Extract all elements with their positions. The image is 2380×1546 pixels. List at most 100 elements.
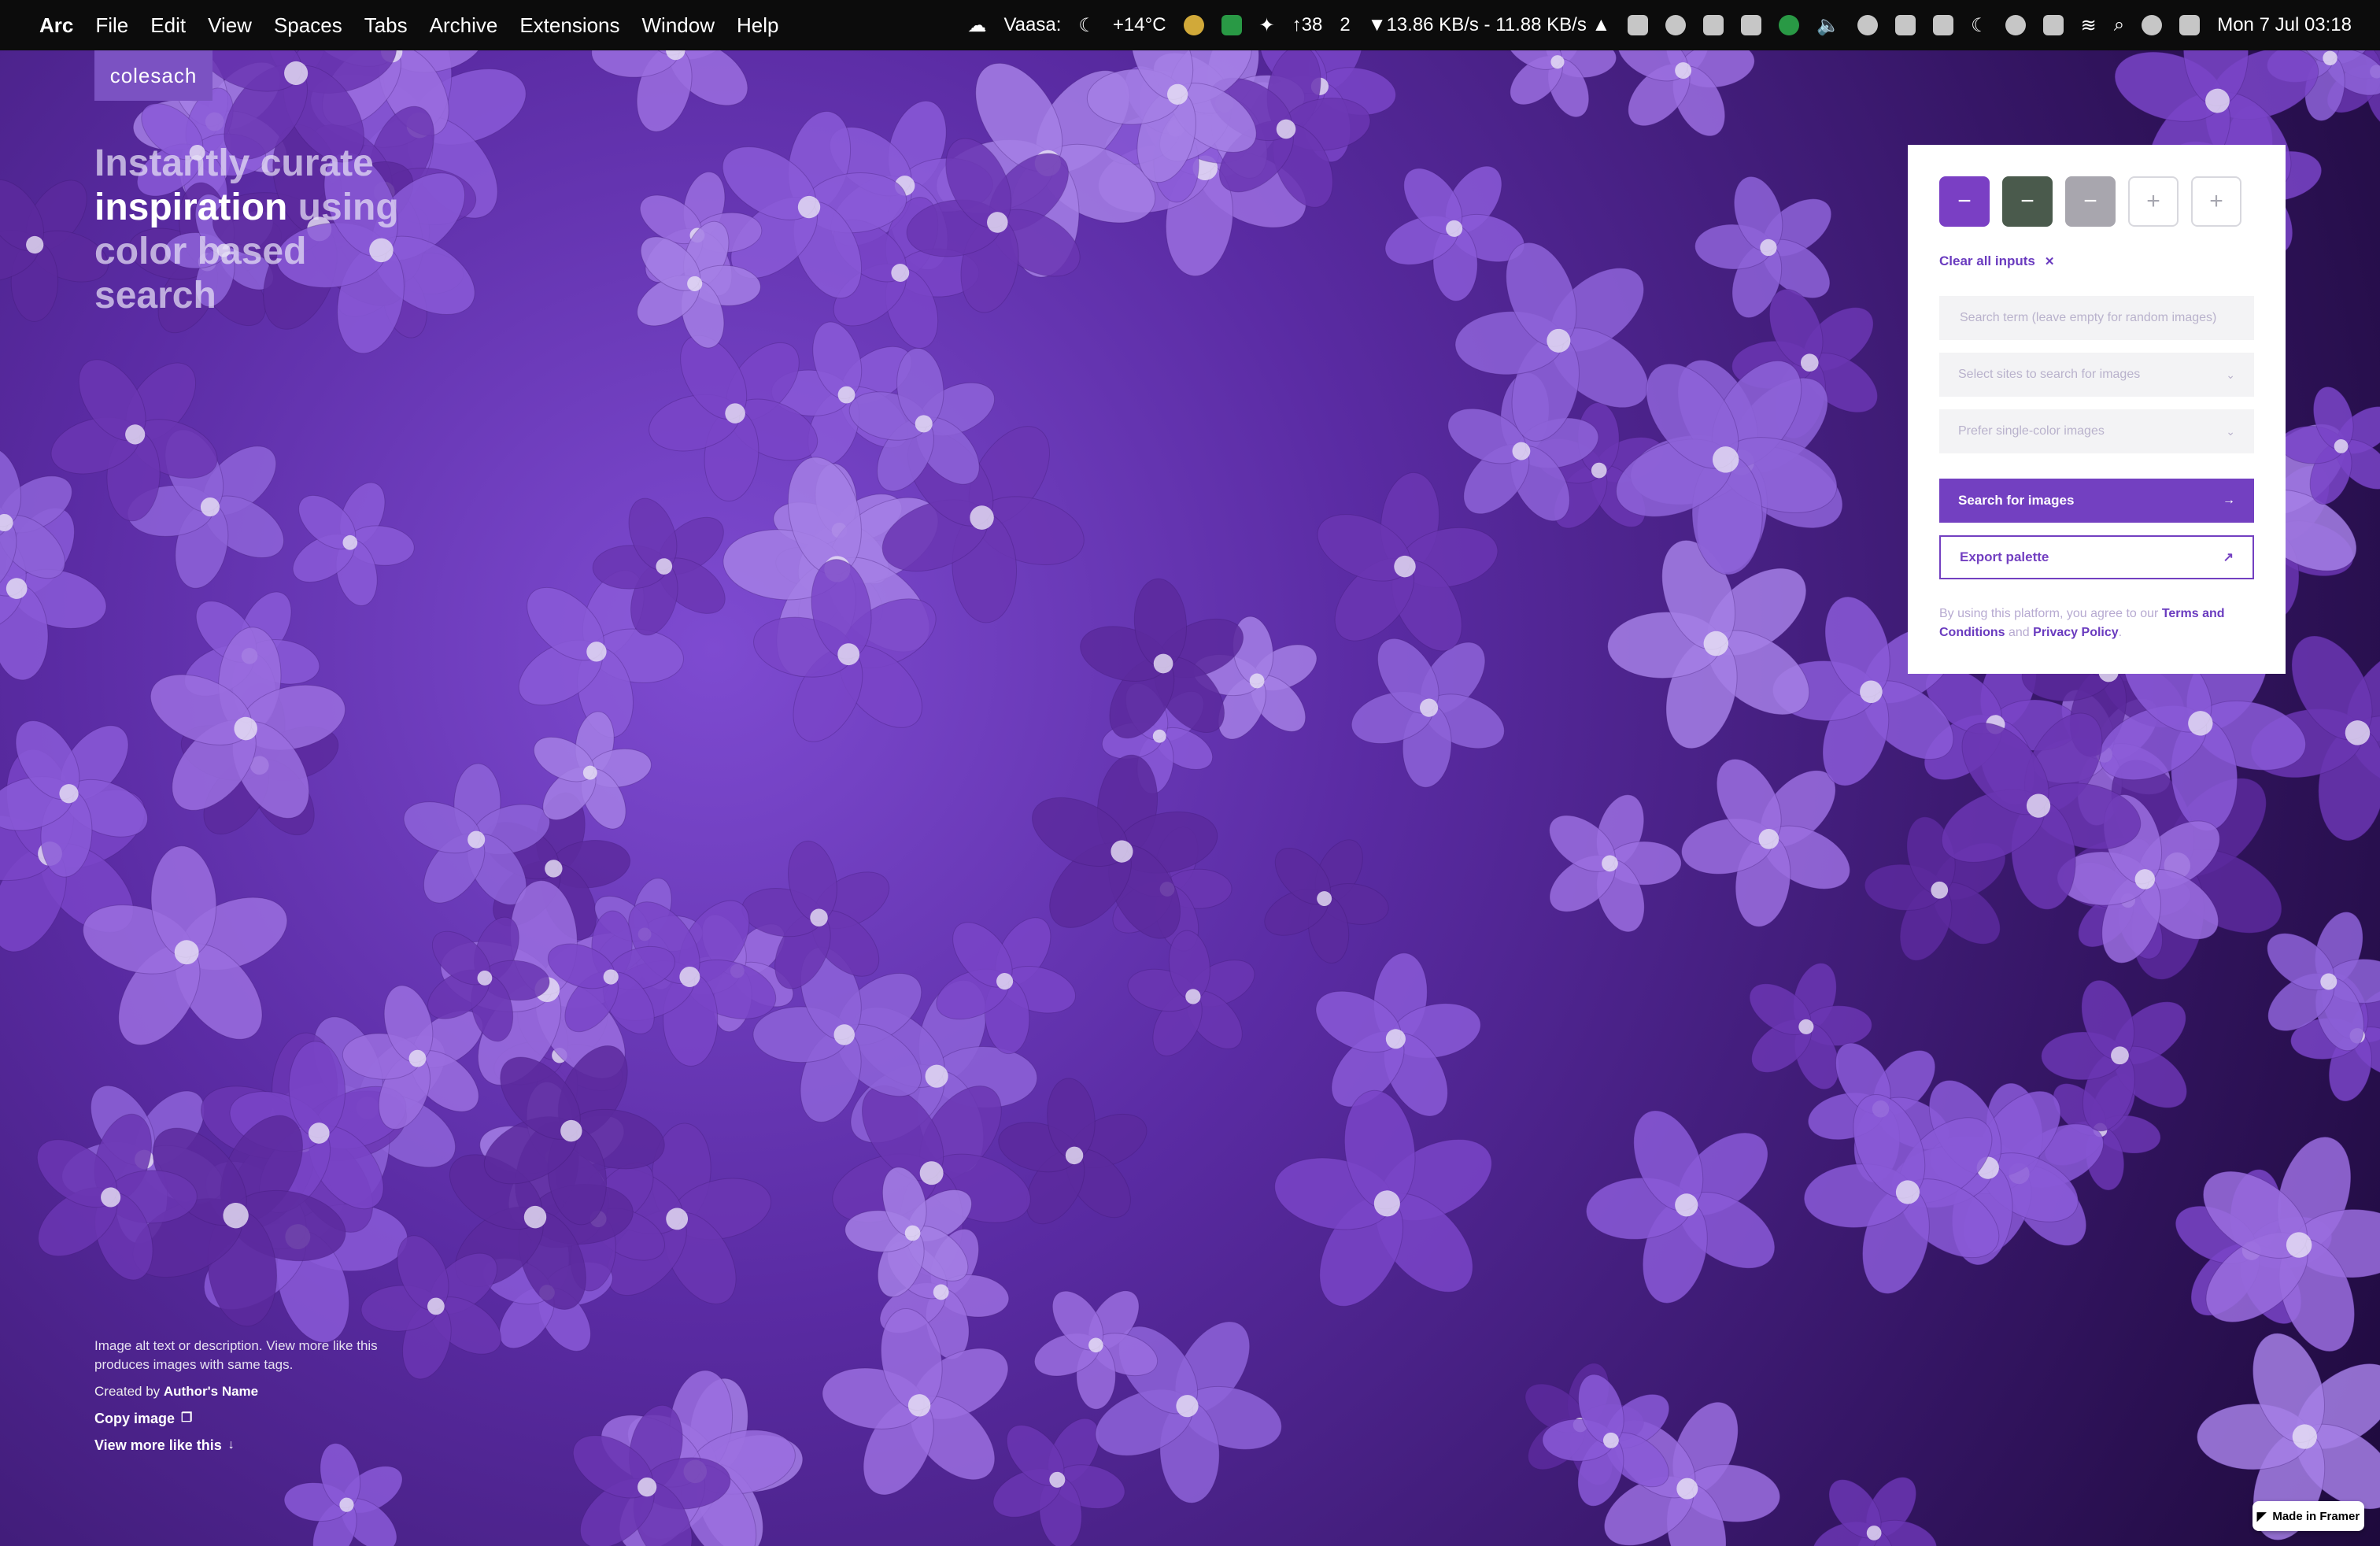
copy-image-button[interactable]: Copy image ❐ <box>94 1409 394 1428</box>
plus-icon: + <box>2146 188 2160 214</box>
control-center-icon[interactable] <box>2179 15 2201 35</box>
siri-icon[interactable] <box>2142 15 2163 35</box>
export-button-label: Export palette <box>1960 549 2049 564</box>
hero-line-4: search <box>94 275 216 316</box>
search-button-label: Search for images <box>1958 493 2075 508</box>
search-panel: − − − + + Clear all inputs ✕ Select site… <box>1908 145 2286 674</box>
search-term-field[interactable] <box>1939 296 2254 340</box>
flower <box>1617 50 1755 137</box>
remove-color-icon[interactable]: − <box>1957 188 1972 215</box>
menu-archive[interactable]: Archive <box>430 13 498 38</box>
privacy-policy-link[interactable]: Privacy Policy <box>2033 626 2119 639</box>
flower <box>1585 1110 1776 1304</box>
framer-logo-icon: ◤ <box>2256 1510 2267 1523</box>
battery-icon[interactable] <box>2042 15 2064 35</box>
menu-extensions[interactable]: Extensions <box>519 13 619 38</box>
flower <box>1274 1089 1492 1307</box>
clear-all-label: Clear all inputs <box>1939 253 2035 268</box>
whatsapp-icon[interactable] <box>1779 15 1800 35</box>
notifications-count[interactable]: 2 <box>1340 14 1350 36</box>
cloud-icon[interactable]: ☁ <box>967 14 986 37</box>
hero-heading: Instantly curate inspiration using color… <box>94 142 504 318</box>
moon-cloud-icon: ☾ <box>1078 14 1096 36</box>
hero-line-3: color based <box>94 231 307 272</box>
remove-color-icon[interactable]: − <box>2083 188 2097 215</box>
menu-clock[interactable]: Mon 7 Jul 03:18 <box>2217 14 2352 36</box>
search-input[interactable] <box>1958 310 2235 326</box>
arrow-right-icon: → <box>2223 494 2235 507</box>
pen-icon[interactable] <box>1741 15 1762 35</box>
add-color-button[interactable]: + <box>2191 176 2241 227</box>
menu-file[interactable]: File <box>95 13 128 38</box>
app-menu[interactable]: Arc <box>39 13 73 38</box>
sites-select-placeholder: Select sites to search for images <box>1958 368 2141 381</box>
display-icon[interactable] <box>1933 15 1954 35</box>
arrow-down-icon: ↓ <box>227 1438 235 1452</box>
volume-icon[interactable]: 🔈 <box>1816 14 1840 37</box>
status-dot-icon[interactable] <box>1183 15 1204 35</box>
spotlight-search-icon[interactable]: ⌕ <box>2114 14 2124 36</box>
color-swatch-1[interactable]: − <box>1939 176 1990 227</box>
hero-line-2: inspiration using <box>94 186 504 230</box>
sparkle-icon[interactable]: ✦ <box>1259 14 1275 37</box>
terms-suffix: . <box>2118 626 2123 639</box>
site-logo[interactable]: colesach <box>94 50 213 101</box>
terms-notice: By using this platform, you agree to our… <box>1939 605 2254 642</box>
cloud-sync-icon[interactable] <box>1703 15 1724 35</box>
single-color-select[interactable]: Prefer single-color images ⌄ <box>1939 409 2254 453</box>
menu-window[interactable]: Window <box>642 13 715 38</box>
clipboard-icon[interactable] <box>1895 15 1916 35</box>
image-credit: Created by Author's Name <box>94 1382 394 1401</box>
chat-icon[interactable] <box>1857 15 1879 35</box>
framer-badge-label: Made in Framer <box>2272 1509 2360 1523</box>
flower <box>1264 839 1389 964</box>
sync-icon[interactable] <box>1665 15 1687 35</box>
hero-line-2-rest: using <box>287 187 399 228</box>
view-more-button[interactable]: View more like this ↓ <box>94 1436 394 1455</box>
flower <box>1505 50 1617 118</box>
menu-bar: Arc File Edit View Spaces Tabs Archive E… <box>0 0 2380 50</box>
menu-tabs[interactable]: Tabs <box>364 13 408 38</box>
terms-prefix: By using this platform, you agree to our <box>1939 607 2162 620</box>
add-color-button[interactable]: + <box>2128 176 2179 227</box>
single-color-placeholder: Prefer single-color images <box>1958 424 2105 438</box>
sites-select[interactable]: Select sites to search for images ⌄ <box>1939 353 2254 397</box>
clear-all-inputs-button[interactable]: Clear all inputs ✕ <box>1939 253 2054 269</box>
image-info: Image alt text or description. View more… <box>94 1337 394 1455</box>
close-icon: ✕ <box>2044 255 2055 268</box>
hero-highlight: inspiration <box>94 187 288 228</box>
chevron-down-icon: ⌄ <box>2226 368 2235 381</box>
menu-help[interactable]: Help <box>737 13 778 38</box>
menu-spaces[interactable]: Spaces <box>274 13 342 38</box>
menu-edit[interactable]: Edit <box>150 13 186 38</box>
author-link[interactable]: Author's Name <box>164 1384 258 1399</box>
copy-image-label: Copy image <box>94 1411 176 1426</box>
network-speed[interactable]: ▼13.86 KB/s - 11.88 KB/s ▲ <box>1368 14 1611 36</box>
focus-moon-icon[interactable]: ☾ <box>1971 14 1988 37</box>
wifi-icon[interactable]: ≋ <box>2081 14 2097 37</box>
chevron-down-icon: ⌄ <box>2226 424 2235 438</box>
app-status-icon[interactable] <box>1628 15 1649 35</box>
remove-color-icon[interactable]: − <box>2020 188 2034 215</box>
flower <box>1549 794 1682 933</box>
plus-icon: + <box>2209 188 2223 214</box>
record-icon[interactable] <box>2005 15 2026 35</box>
copy-icon: ❐ <box>181 1411 193 1425</box>
updates-count[interactable]: ↑38 <box>1292 14 1323 36</box>
export-palette-button[interactable]: Export palette ↗ <box>1939 535 2254 579</box>
image-description: Image alt text or description. View more… <box>94 1338 378 1372</box>
view-more-label: View more like this <box>94 1437 222 1453</box>
weather-location[interactable]: Vaasa: <box>1003 14 1061 36</box>
color-swatch-2[interactable]: − <box>2002 176 2053 227</box>
made-in-framer-badge[interactable]: ◤ Made in Framer <box>2252 1501 2364 1531</box>
arrow-up-right-icon: ↗ <box>2223 551 2234 564</box>
flag-icon[interactable] <box>1221 15 1242 35</box>
color-swatches: − − − + + <box>1939 176 2254 227</box>
menu-view[interactable]: View <box>208 13 252 38</box>
flower <box>1812 1477 1938 1546</box>
hero-line-1: Instantly curate <box>94 142 374 184</box>
search-for-images-button[interactable]: Search for images → <box>1939 479 2254 523</box>
color-swatch-3[interactable]: − <box>2065 176 2116 227</box>
created-by-label: Created by <box>94 1384 164 1399</box>
temperature[interactable]: +14°C <box>1113 14 1166 36</box>
